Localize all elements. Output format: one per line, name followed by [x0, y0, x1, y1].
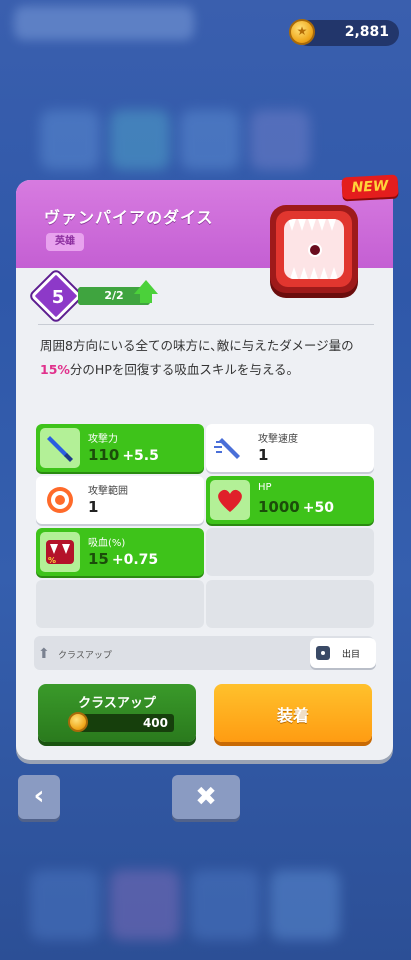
dice-face-button[interactable]: 出目: [310, 638, 376, 668]
back-button[interactable]: ‹: [18, 775, 60, 819]
class-up-cost: 400: [68, 712, 174, 732]
blurred-bg-tile: [250, 110, 310, 170]
dice-face-icon: [316, 646, 330, 660]
stat-slot-empty: [36, 580, 204, 628]
attack-speed-icon: [210, 428, 250, 468]
new-badge: NEW: [341, 174, 399, 200]
close-button[interactable]: ✖: [172, 775, 240, 819]
item-description: 周囲8方向にいる全ての味方に､敵に与えたダメージ量の 15%分のHPを回復する吸血…: [40, 338, 354, 377]
blurred-bg-tile: [270, 870, 340, 940]
item-name: ヴァンパイアのダイス: [44, 208, 214, 227]
chevron-left-icon: ‹: [33, 781, 45, 811]
class-up-button[interactable]: クラスアップ 400: [38, 684, 196, 742]
stat-slot-empty: [206, 580, 374, 628]
item-detail-panel: ヴァンパイアのダイス 英雄 NEW 5 2/2 周囲8方向にいる全ての味方に､敵…: [16, 174, 399, 760]
heart-icon: [210, 480, 250, 520]
stat-hp: HP 1000 +50: [206, 476, 374, 524]
gold-coin-icon: [289, 19, 315, 45]
dice-eye: [308, 243, 322, 257]
gold-coin-icon: [68, 712, 88, 732]
level-number: 5: [51, 287, 65, 308]
blurred-bg-tile: [110, 110, 170, 170]
stat-attack-speed: 攻撃速度 1: [206, 424, 374, 472]
stat-attack: 攻撃力 110 +5.5: [36, 424, 204, 472]
blurred-bg-tile: [30, 870, 100, 940]
equip-button[interactable]: 装着: [214, 684, 372, 742]
blurred-top-bar: [14, 6, 194, 40]
level-up-arrow-stem: [140, 293, 152, 303]
stat-attack-range: 攻撃範囲 1: [36, 476, 204, 524]
target-icon: [40, 480, 80, 520]
level-up-arrow-icon: [134, 280, 158, 294]
close-icon: ✖: [195, 782, 217, 812]
vampire-dice-icon: [276, 211, 352, 287]
divider: [38, 324, 374, 325]
vampire-fangs-icon: %: [40, 532, 80, 572]
blurred-bg-tile: [40, 110, 100, 170]
rarity-tag: 英雄: [46, 233, 84, 251]
stat-lifesteal: % 吸血(%) 15 +0.75: [36, 528, 204, 576]
blurred-bg-tile: [180, 110, 240, 170]
blurred-bg-tile: [110, 870, 180, 940]
up-arrow-icon: ⬆: [38, 646, 50, 662]
blurred-bg-tile: [190, 870, 260, 940]
coin-counter: 2,881: [289, 19, 399, 46]
sword-icon: [40, 428, 80, 468]
stat-slot-empty: [206, 528, 374, 576]
item-icon: [270, 205, 358, 293]
coin-amount: 2,881: [344, 24, 389, 40]
svg-text:%: %: [48, 556, 56, 565]
